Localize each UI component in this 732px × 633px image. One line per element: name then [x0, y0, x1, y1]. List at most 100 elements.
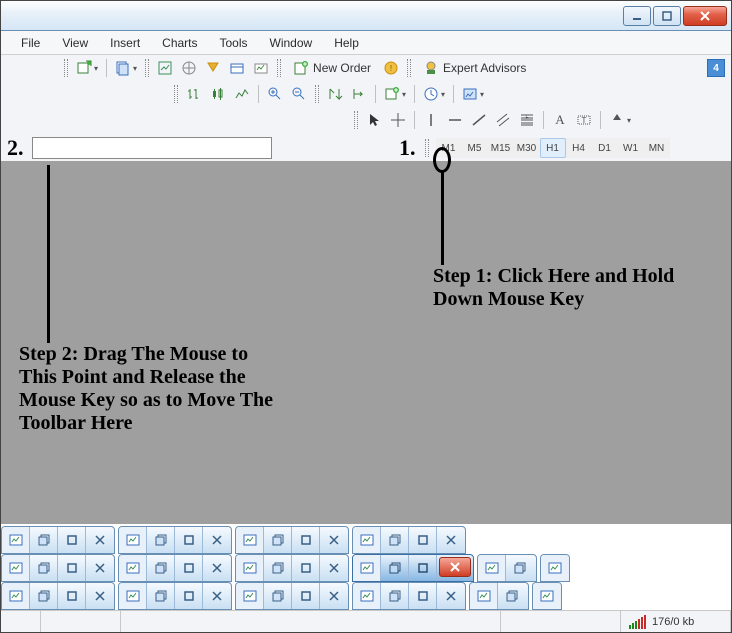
toolbar-grip[interactable] — [277, 59, 281, 77]
toolbar-grip[interactable] — [315, 85, 319, 103]
menu-insert[interactable]: Insert — [100, 33, 150, 53]
period-h1[interactable]: H1 — [540, 138, 566, 158]
tab-maximize-icon[interactable] — [58, 527, 86, 553]
tab-close-icon[interactable] — [86, 583, 114, 609]
tab-close-icon[interactable] — [320, 583, 348, 609]
tab-close-icon[interactable] — [437, 527, 465, 553]
tab-restore-icon[interactable] — [30, 555, 58, 581]
period-m15[interactable]: M15 — [488, 138, 514, 158]
expert-advisors-button[interactable]: Expert Advisors — [416, 57, 533, 79]
tab-close-icon[interactable] — [203, 527, 231, 553]
tab-close-icon[interactable] — [86, 555, 114, 581]
strategy-tester-button[interactable] — [250, 57, 272, 79]
menu-file[interactable]: File — [11, 33, 50, 53]
zoom-out-button[interactable] — [288, 83, 310, 105]
templates-button[interactable] — [459, 83, 487, 105]
tab-restore-icon[interactable] — [498, 583, 526, 609]
cursor-button[interactable] — [363, 109, 385, 131]
toolbar-grip[interactable] — [145, 59, 149, 77]
line-chart-button[interactable] — [231, 83, 253, 105]
chart-window-tab[interactable] — [118, 526, 232, 554]
tab-restore-icon[interactable] — [381, 555, 409, 581]
menu-help[interactable]: Help — [324, 33, 369, 53]
tab-close-icon[interactable] — [320, 527, 348, 553]
metaeditor-button[interactable]: ! — [380, 57, 402, 79]
new-chart-button[interactable] — [73, 57, 101, 79]
period-m30[interactable]: M30 — [514, 138, 540, 158]
tab-close-icon[interactable] — [86, 527, 114, 553]
chart-window-tab[interactable] — [1, 582, 115, 610]
period-m5[interactable]: M5 — [462, 138, 488, 158]
auto-scroll-button[interactable] — [324, 83, 346, 105]
fibonacci-button[interactable]: F — [516, 109, 538, 131]
tab-restore-icon[interactable] — [147, 527, 175, 553]
toolbar-grip[interactable] — [407, 59, 411, 77]
chart-window-tab[interactable] — [118, 582, 232, 610]
chart-window-tab[interactable] — [1, 526, 115, 554]
tab-restore-icon[interactable] — [30, 583, 58, 609]
horizontal-line-button[interactable] — [444, 109, 466, 131]
vertical-line-button[interactable] — [420, 109, 442, 131]
market-watch-button[interactable] — [154, 57, 176, 79]
tab-maximize-icon[interactable] — [175, 583, 203, 609]
tab-restore-icon[interactable] — [264, 583, 292, 609]
tab-restore-icon[interactable] — [381, 583, 409, 609]
periods-toolbar-grip[interactable] — [425, 139, 429, 157]
menu-tools[interactable]: Tools — [210, 33, 258, 53]
chart-window-tab[interactable] — [352, 526, 466, 554]
tab-restore-icon[interactable] — [147, 555, 175, 581]
tab-close-icon[interactable] — [203, 555, 231, 581]
tab-maximize-icon[interactable] — [175, 527, 203, 553]
period-d1[interactable]: D1 — [592, 138, 618, 158]
tab-restore-icon[interactable] — [147, 583, 175, 609]
tab-maximize-icon[interactable] — [175, 555, 203, 581]
chart-window-tab[interactable] — [1, 554, 115, 582]
candlestick-button[interactable] — [207, 83, 229, 105]
tab-close-icon[interactable] — [437, 583, 465, 609]
chart-window-tab[interactable] — [352, 582, 466, 610]
tab-maximize-icon[interactable] — [292, 527, 320, 553]
tab-maximize-icon[interactable] — [292, 583, 320, 609]
tab-restore-icon[interactable] — [506, 555, 534, 581]
tab-maximize-icon[interactable] — [409, 527, 437, 553]
tab-restore-icon[interactable] — [30, 527, 58, 553]
tab-close-icon[interactable] — [320, 555, 348, 581]
toolbar-drop-target[interactable] — [32, 137, 272, 159]
chart-window-tab[interactable] — [469, 582, 529, 610]
menu-view[interactable]: View — [52, 33, 98, 53]
text-label-button[interactable]: T — [573, 109, 595, 131]
period-h4[interactable]: H4 — [566, 138, 592, 158]
tab-maximize-icon[interactable] — [409, 583, 437, 609]
menu-charts[interactable]: Charts — [152, 33, 207, 53]
tab-restore-icon[interactable] — [381, 527, 409, 553]
channel-button[interactable] — [492, 109, 514, 131]
period-w1[interactable]: W1 — [618, 138, 644, 158]
indicators-button[interactable] — [381, 83, 409, 105]
zoom-in-button[interactable] — [264, 83, 286, 105]
arrows-button[interactable] — [606, 109, 634, 131]
text-button[interactable]: A — [549, 109, 571, 131]
tab-maximize-icon[interactable] — [409, 555, 437, 581]
menu-window[interactable]: Window — [260, 33, 323, 53]
periodicity-button[interactable] — [420, 83, 448, 105]
crosshair-button[interactable] — [387, 109, 409, 131]
tab-close-icon[interactable] — [439, 557, 471, 577]
chart-window-tab[interactable] — [235, 526, 349, 554]
minimize-button[interactable] — [623, 6, 651, 26]
terminal-button[interactable] — [226, 57, 248, 79]
chart-shift-button[interactable] — [348, 83, 370, 105]
bar-chart-button[interactable] — [183, 83, 205, 105]
chart-window-tab[interactable] — [532, 582, 562, 610]
chart-window-tab[interactable] — [235, 554, 349, 582]
chart-window-tab[interactable] — [540, 554, 570, 582]
period-mn[interactable]: MN — [644, 138, 670, 158]
tab-maximize-icon[interactable] — [292, 555, 320, 581]
close-button[interactable] — [683, 6, 727, 26]
navigator-button[interactable] — [178, 57, 200, 79]
notification-count[interactable]: 4 — [707, 59, 725, 77]
data-window-button[interactable] — [202, 57, 224, 79]
chart-window-tab-active[interactable] — [352, 554, 474, 582]
tab-close-icon[interactable] — [203, 583, 231, 609]
toolbar-grip[interactable] — [174, 85, 178, 103]
trendline-button[interactable] — [468, 109, 490, 131]
